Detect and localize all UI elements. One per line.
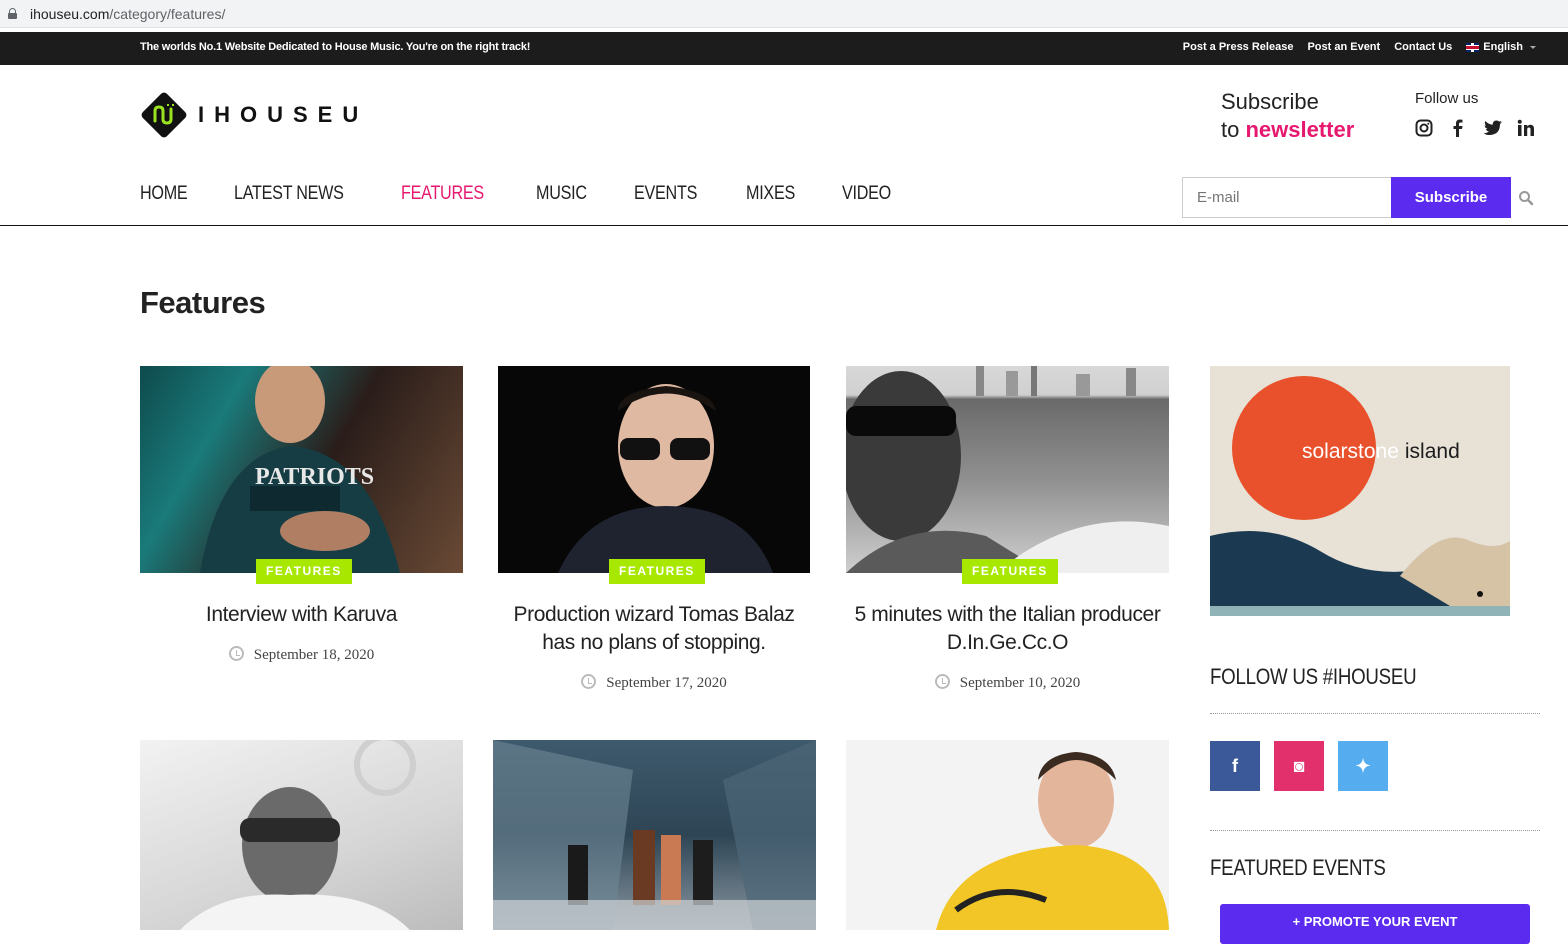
article-date-text: September 17, 2020 (606, 675, 727, 691)
article-image-dingecco[interactable] (846, 366, 1169, 573)
page-title: Features (140, 285, 266, 320)
nav-home[interactable]: HOME (140, 183, 188, 205)
post-press-release-link[interactable]: Post a Press Release (1183, 41, 1294, 53)
category-badge[interactable]: FEATURES (962, 559, 1058, 584)
nav-features[interactable]: FEATURES (401, 183, 484, 205)
article-image-row2-1[interactable] (140, 740, 463, 930)
post-event-link[interactable]: Post an Event (1307, 41, 1380, 53)
chevron-down-icon (1530, 45, 1536, 49)
logo-wordmark: IHOUSEU (198, 102, 369, 127)
article-image-karuva[interactable]: PATRIOTS (140, 366, 463, 573)
instagram-icon[interactable]: ◙ (1274, 741, 1324, 791)
article-image-tomas-balaz[interactable] (498, 366, 810, 573)
url-domain: ihouseu.com (30, 6, 110, 22)
article-title[interactable]: Production wizard Tomas Balaz has no pla… (498, 601, 810, 657)
subscribe-line-1: Subscribe (1221, 89, 1319, 114)
category-badge[interactable]: FEATURES (609, 559, 705, 584)
lock-icon (8, 8, 17, 19)
subscribe-button[interactable]: Subscribe (1391, 177, 1511, 218)
top-links: Post a Press Release Post an Event Conta… (1183, 41, 1536, 53)
email-input[interactable] (1182, 177, 1391, 218)
nav-mixes[interactable]: MIXES (746, 183, 795, 205)
logo-mark-icon (139, 90, 189, 140)
article-date-text: September 10, 2020 (959, 675, 1081, 691)
subscribe-line-2-prefix: to (1221, 117, 1240, 142)
promote-event-button[interactable]: + PROMOTE YOUR EVENT (1220, 904, 1530, 944)
newsletter-promo: Subscribe to newsletter (1221, 88, 1354, 144)
article-date-text: September 18, 2020 (253, 647, 375, 663)
featured-events-heading: FEATURED EVENTS (1210, 855, 1386, 880)
follow-us-heading: FOLLOW US #IHOUSEU (1210, 664, 1417, 689)
nav-latest-news[interactable]: LATEST NEWS (234, 183, 344, 205)
language-label: English (1483, 41, 1523, 53)
ad-text-solarstone: solarstone (1302, 440, 1399, 463)
article-date: September 10, 2020 (846, 674, 1169, 692)
clock-icon (934, 674, 950, 689)
header-divider (0, 225, 1568, 226)
solarstone-island-ad[interactable]: solarstone island (1210, 366, 1510, 616)
instagram-icon[interactable] (1415, 119, 1433, 137)
facebook-icon[interactable] (1449, 119, 1467, 137)
article-image-row2-3[interactable] (846, 740, 1169, 930)
linkedin-icon[interactable] (1517, 119, 1535, 137)
nav-events[interactable]: EVENTS (634, 183, 697, 205)
ad-text-island: island (1404, 440, 1460, 463)
main-navigation: HOME LATEST NEWS FEATURES MUSIC EVENTS M… (140, 183, 900, 205)
twitter-icon[interactable]: ✦ (1338, 741, 1388, 791)
svg-text:PATRIOTS: PATRIOTS (255, 464, 374, 490)
nav-video[interactable]: VIDEO (842, 183, 891, 205)
follow-us: Follow us (1415, 90, 1535, 137)
follow-us-label: Follow us (1415, 90, 1479, 107)
facebook-icon[interactable]: f (1210, 741, 1260, 791)
twitter-icon[interactable] (1483, 119, 1502, 137)
article-title[interactable]: 5 minutes with the Italian producer D.In… (846, 601, 1169, 657)
clock-icon (228, 646, 244, 661)
newsletter-highlight: newsletter (1245, 117, 1355, 142)
search-icon[interactable] (1518, 190, 1534, 206)
site-tagline: The worlds No.1 Website Dedicated to Hou… (140, 41, 531, 53)
divider (1210, 830, 1540, 831)
clock-icon (581, 674, 597, 689)
article-title[interactable]: Interview with Karuva (140, 601, 463, 629)
browser-address-bar[interactable]: ihouseu.com/category/features/ (0, 0, 1568, 28)
site-logo[interactable]: IHOUSEU (139, 90, 369, 140)
nav-music[interactable]: MUSIC (536, 183, 587, 205)
article-image-row2-2[interactable] (493, 740, 816, 930)
url-path: /category/features/ (109, 6, 226, 22)
url-text[interactable]: ihouseu.com/category/features/ (30, 6, 225, 22)
language-selector[interactable]: English (1466, 41, 1536, 53)
contact-us-link[interactable]: Contact Us (1394, 41, 1452, 53)
top-bar: The worlds No.1 Website Dedicated to Hou… (0, 32, 1568, 65)
category-badge[interactable]: FEATURES (256, 559, 352, 584)
uk-flag-icon (1466, 42, 1480, 52)
article-date: September 17, 2020 (498, 674, 810, 692)
divider (1210, 713, 1540, 714)
article-date: September 18, 2020 (140, 646, 463, 664)
